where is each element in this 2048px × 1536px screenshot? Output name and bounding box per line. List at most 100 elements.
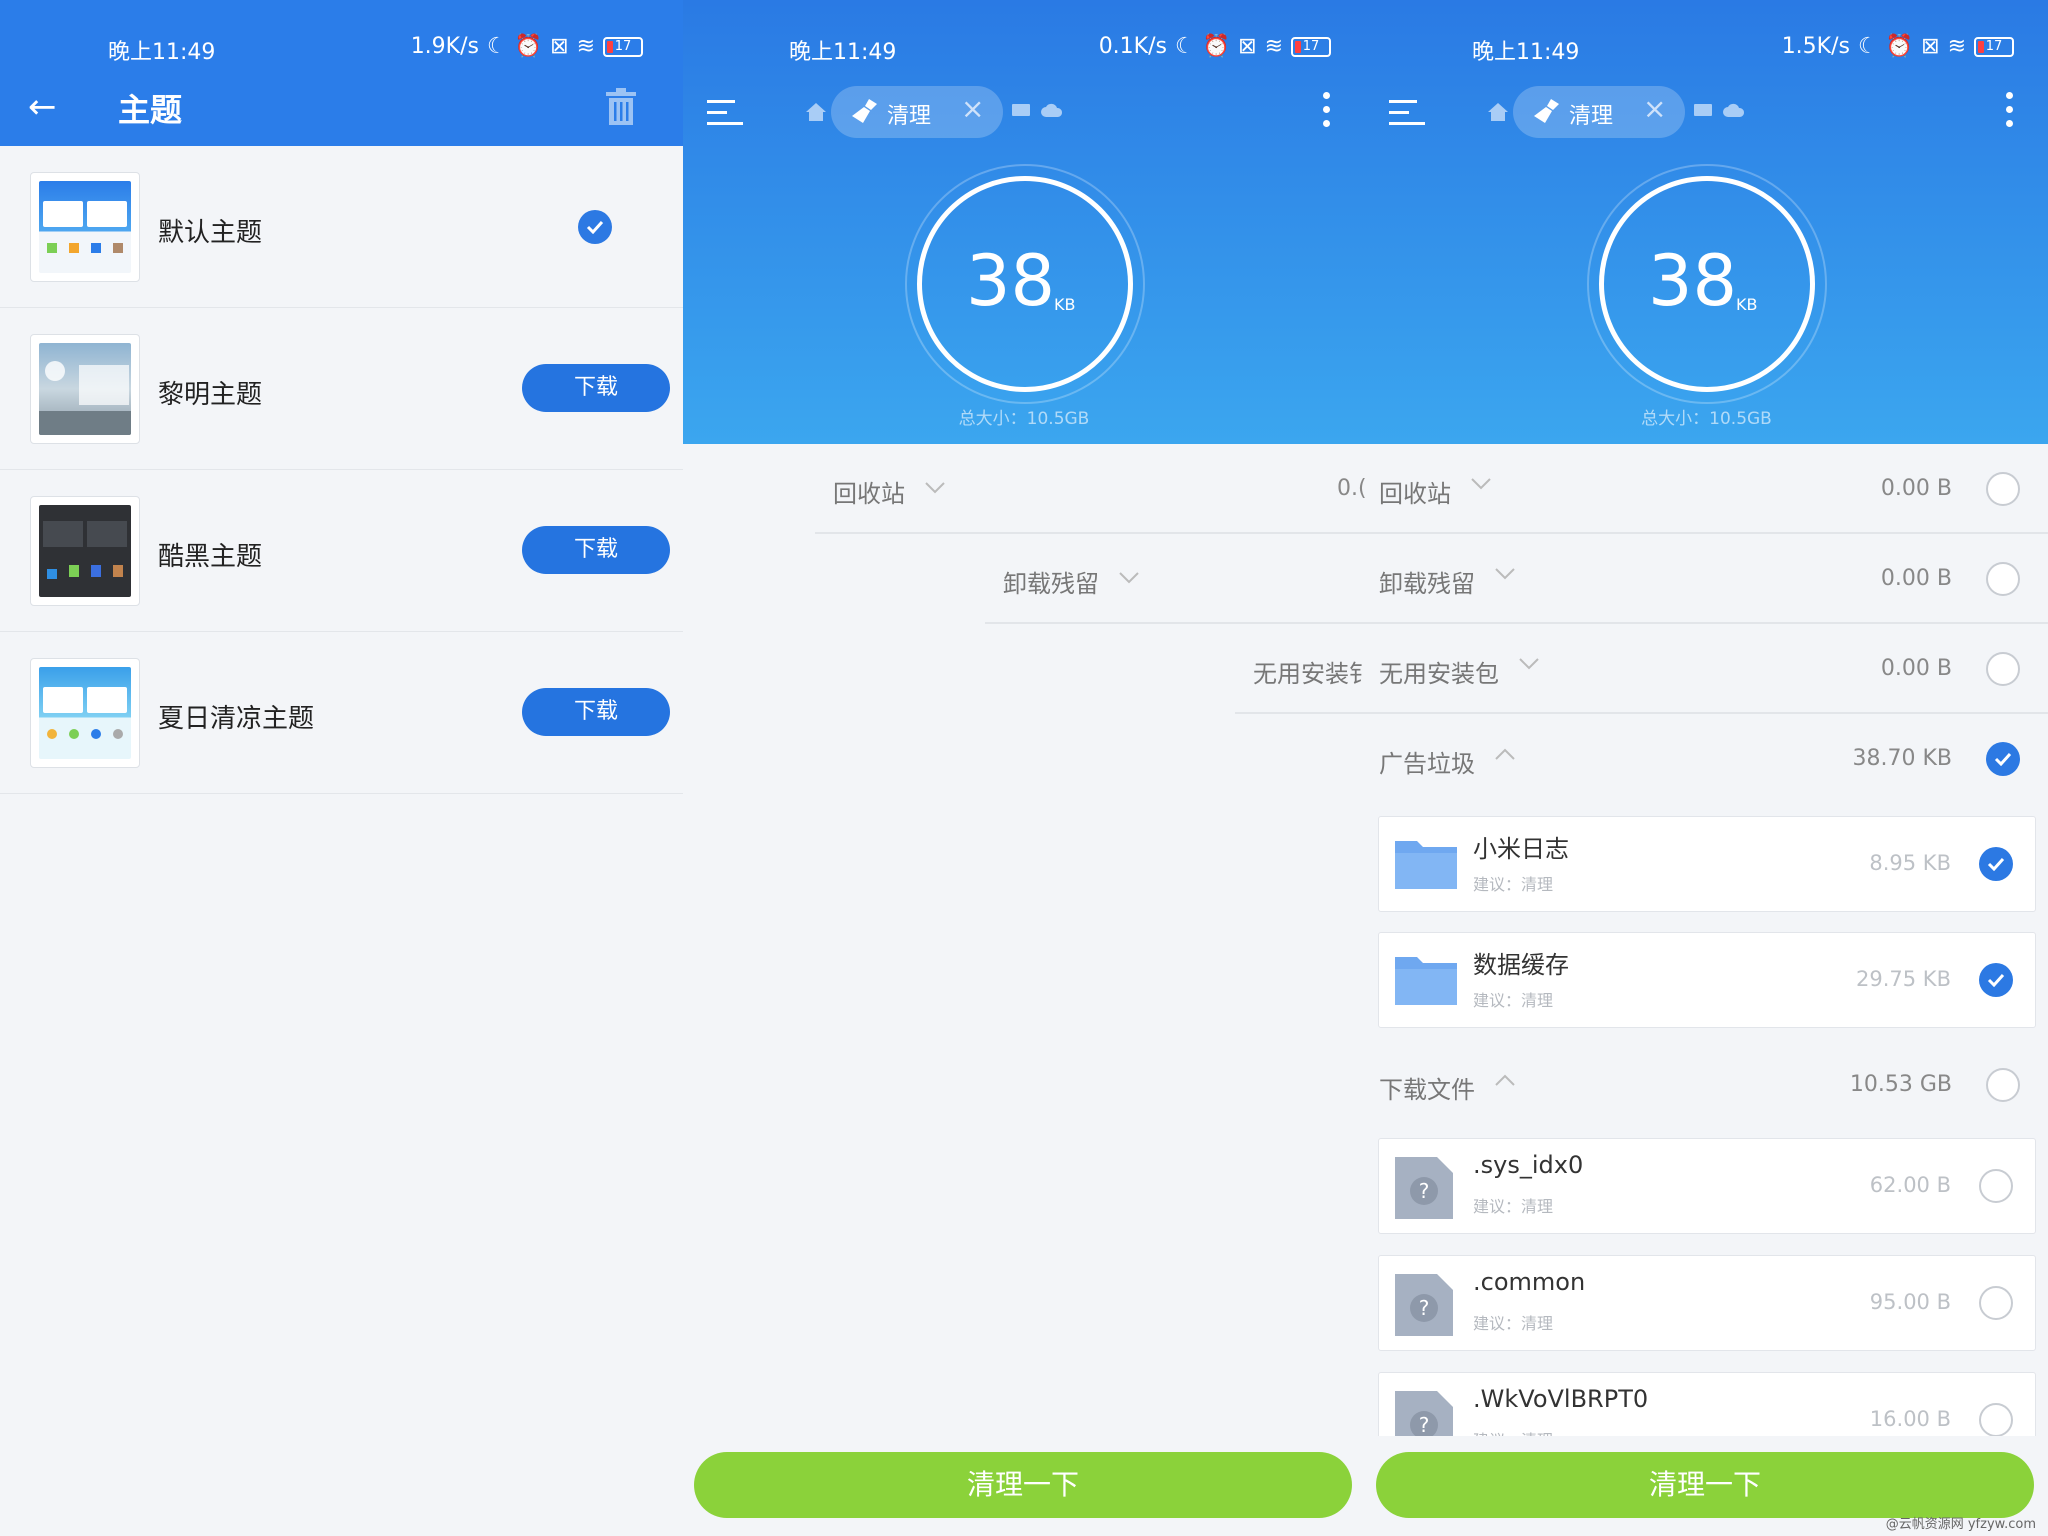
cloud-icon[interactable] bbox=[1041, 102, 1063, 118]
wifi-icon: ≋ bbox=[1947, 34, 1966, 59]
item-name: .sys_idx0 bbox=[1473, 1151, 1584, 1179]
download-button[interactable]: 下载 bbox=[522, 526, 670, 574]
device-icon[interactable] bbox=[1693, 102, 1713, 118]
category-row-recycle[interactable]: 回收站 0.( bbox=[683, 444, 1365, 534]
net-speed: 1.9K/s bbox=[410, 34, 479, 59]
trash-icon[interactable] bbox=[604, 88, 638, 126]
theme-row-dark[interactable]: 酷黑主题 下载 bbox=[0, 470, 683, 632]
item-checkbox[interactable] bbox=[1979, 1403, 2013, 1437]
theme-row-default[interactable]: 默认主题 bbox=[0, 146, 683, 308]
more-options-icon[interactable] bbox=[1321, 92, 1331, 132]
item-checkbox[interactable] bbox=[1979, 1169, 2013, 1203]
chevron-down-icon[interactable] bbox=[1471, 478, 1491, 490]
theme-thumbnail bbox=[30, 496, 140, 606]
category-checkbox[interactable] bbox=[1986, 562, 2020, 596]
category-checkbox[interactable] bbox=[1986, 472, 2020, 506]
total-size: 总大小：10.5GB bbox=[958, 409, 1090, 429]
size-ring: 38 KB bbox=[905, 164, 1145, 404]
tab-clean[interactable]: 清理 × bbox=[1513, 86, 1685, 138]
download-button[interactable]: 下载 bbox=[522, 688, 670, 736]
category-row[interactable]: 广告垃圾 38.70 KB bbox=[1365, 714, 2048, 804]
close-icon[interactable]: × bbox=[961, 94, 984, 124]
home-icon[interactable] bbox=[805, 102, 827, 122]
list-item[interactable]: 数据缓存 建议：清理 29.75 KB bbox=[1378, 932, 2036, 1028]
category-size: 0.00 B bbox=[1880, 566, 1952, 591]
category-row[interactable]: 无用安装包 0.00 B bbox=[1365, 624, 2048, 714]
category-name: 卸载残留 bbox=[1003, 570, 1099, 598]
category-name: 卸载残留 bbox=[1379, 570, 1475, 598]
size-number: 38 bbox=[1648, 240, 1738, 322]
alarm-icon: ⏰ bbox=[514, 34, 543, 59]
item-suggestion: 建议：清理 bbox=[1473, 875, 1554, 894]
chevron-down-icon[interactable] bbox=[1519, 658, 1539, 670]
category-checkbox[interactable] bbox=[1986, 1068, 2020, 1102]
category-size: 0.( bbox=[1337, 476, 1365, 501]
category-name: 回收站 bbox=[833, 480, 905, 508]
battery-icon: 17 bbox=[1974, 36, 2014, 57]
size-ring: 38 KB bbox=[1587, 164, 1827, 404]
tab-clean[interactable]: 清理 × bbox=[831, 86, 1003, 138]
clean-button[interactable]: 清理一下 bbox=[694, 1452, 1352, 1518]
status-time: 晚上11:49 bbox=[1472, 40, 1580, 65]
menu-icon[interactable] bbox=[1389, 98, 1425, 126]
unknown-file-icon: ? bbox=[1395, 1157, 1453, 1219]
bottom-bar: 清理一下 bbox=[683, 1436, 1365, 1536]
category-row[interactable]: 下载文件 10.53 GB bbox=[1365, 1040, 2048, 1130]
theme-screen: 晚上11:49 1.9K/s ☾ ⏰ ⊠ ≋ 17 ← 主题 默认主题 黎明主题… bbox=[0, 0, 683, 1536]
size-number: 38 bbox=[966, 240, 1056, 322]
download-button[interactable]: 下载 bbox=[522, 364, 670, 412]
svg-text:?: ? bbox=[1419, 1413, 1430, 1437]
close-icon[interactable]: × bbox=[1643, 94, 1666, 124]
category-row-uninstall[interactable]: 卸载残留 bbox=[683, 534, 1365, 624]
status-right: 1.9K/s ☾ ⏰ ⊠ ≋ 17 bbox=[411, 34, 643, 59]
clean-button[interactable]: 清理一下 bbox=[1376, 1452, 2034, 1518]
list-item[interactable]: ? .sys_idx0 建议：清理 62.00 B bbox=[1378, 1138, 2036, 1234]
category-row[interactable]: 回收站 0.00 B bbox=[1365, 444, 2048, 534]
theme-name: 默认主题 bbox=[158, 218, 263, 248]
category-name: 广告垃圾 bbox=[1379, 750, 1475, 778]
menu-icon[interactable] bbox=[707, 98, 743, 126]
more-options-icon[interactable] bbox=[2004, 92, 2014, 132]
svg-text:?: ? bbox=[1419, 1179, 1430, 1203]
item-checkbox[interactable] bbox=[1979, 847, 2013, 881]
moon-icon: ☾ bbox=[1857, 34, 1878, 59]
home-icon[interactable] bbox=[1487, 102, 1509, 122]
clean-screen: 晚上11:49 1.5K/s ☾ ⏰ ⊠ ≋ 17 清理 × 38 KB 总大小… bbox=[1365, 0, 2048, 1536]
list-item[interactable]: ? .common 建议：清理 95.00 B bbox=[1378, 1255, 2036, 1351]
chevron-down-icon bbox=[1119, 572, 1139, 584]
category-checkbox[interactable] bbox=[1986, 742, 2020, 776]
category-row[interactable]: 卸载残留 0.00 B bbox=[1365, 534, 2048, 624]
category-name: 下载文件 bbox=[1379, 1076, 1475, 1104]
theme-list: 默认主题 黎明主题 下载 酷黑主题 下载 夏日清凉主题 下载 bbox=[0, 146, 683, 794]
item-name: .common bbox=[1473, 1268, 1586, 1296]
item-suggestion: 建议：清理 bbox=[1473, 991, 1554, 1010]
item-suggestion: 建议：清理 bbox=[1473, 1197, 1554, 1216]
theme-row-summer[interactable]: 夏日清凉主题 下载 bbox=[0, 632, 683, 794]
cloud-icon[interactable] bbox=[1723, 102, 1745, 118]
category-checkbox[interactable] bbox=[1986, 652, 2020, 686]
sim-icon: ⊠ bbox=[1238, 34, 1257, 59]
theme-row-dawn[interactable]: 黎明主题 下载 bbox=[0, 308, 683, 470]
sim-icon: ⊠ bbox=[1921, 34, 1940, 59]
item-name: 小米日志 bbox=[1473, 835, 1569, 863]
tab-label: 清理 bbox=[887, 104, 932, 129]
selected-check[interactable] bbox=[578, 210, 612, 244]
item-name: .WkVoVlBRPT0 bbox=[1473, 1385, 1649, 1413]
wifi-icon: ≋ bbox=[1264, 34, 1283, 59]
category-name: 无用安装钅 bbox=[1253, 660, 1365, 688]
chevron-down-icon[interactable] bbox=[1495, 568, 1515, 580]
chevron-up-icon[interactable] bbox=[1495, 748, 1515, 760]
item-suggestion: 建议：清理 bbox=[1473, 1314, 1554, 1333]
device-icon[interactable] bbox=[1011, 102, 1031, 118]
theme-name: 黎明主题 bbox=[158, 380, 263, 410]
theme-name: 夏日清凉主题 bbox=[158, 704, 315, 734]
list-item[interactable]: 小米日志 建议：清理 8.95 KB bbox=[1378, 816, 2036, 912]
bottom-bar: 清理一下 @云帆资源网 yfzyw.com bbox=[1365, 1436, 2048, 1536]
category-size: 0.00 B bbox=[1880, 476, 1952, 501]
chevron-up-icon[interactable] bbox=[1495, 1074, 1515, 1086]
back-arrow-icon[interactable]: ← bbox=[28, 90, 57, 124]
item-checkbox[interactable] bbox=[1979, 1286, 2013, 1320]
status-right: 1.5K/s ☾ ⏰ ⊠ ≋ 17 bbox=[1782, 34, 2014, 59]
item-checkbox[interactable] bbox=[1979, 963, 2013, 997]
category-row-apk[interactable]: 无用安装钅 bbox=[683, 624, 1365, 714]
